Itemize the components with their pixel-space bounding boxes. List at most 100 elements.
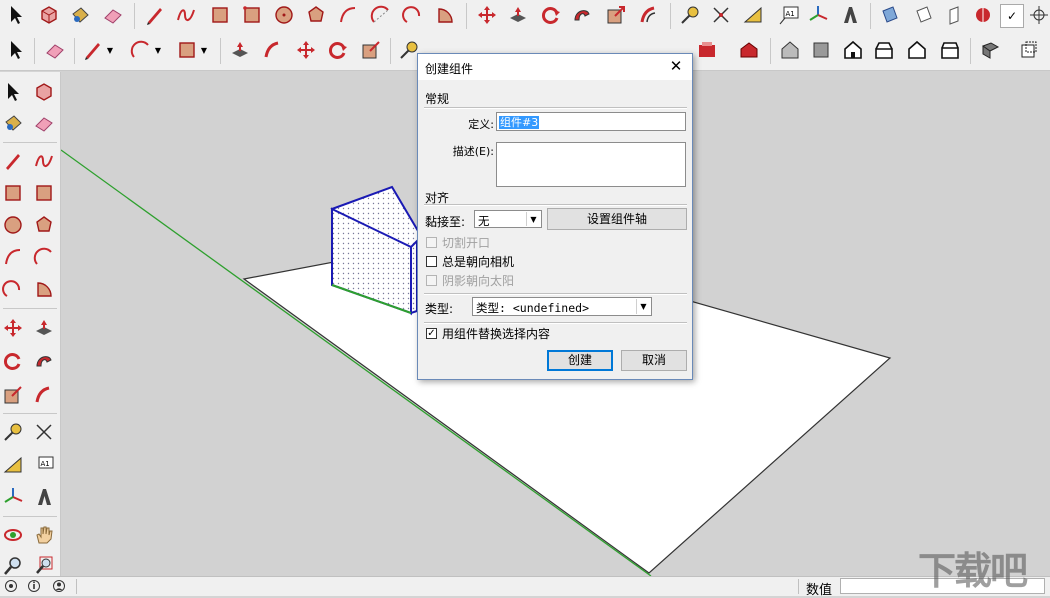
two-point-arc-button[interactable] <box>368 2 394 28</box>
replace-selection-checkbox[interactable]: ✓ <box>426 327 437 339</box>
rotated-rectangle-button[interactable] <box>239 2 265 28</box>
polygon-button[interactable] <box>303 2 329 28</box>
left-axes-button[interactable] <box>0 484 26 510</box>
text-button[interactable]: A1 <box>776 2 802 28</box>
info-icon[interactable] <box>27 579 41 593</box>
scene-button[interactable] <box>694 37 720 63</box>
left-move-button[interactable] <box>0 315 26 341</box>
axes-button[interactable] <box>805 2 831 28</box>
glue-to-dropdown[interactable]: 无 ▼ <box>474 210 542 228</box>
left-tape-measure-button[interactable] <box>0 419 26 445</box>
dimension-button[interactable] <box>708 2 734 28</box>
always-face-camera-option[interactable]: 总是朝向相机 <box>426 253 514 269</box>
left-protractor-button[interactable] <box>0 452 26 478</box>
left-pie-button[interactable] <box>31 276 57 302</box>
rectangle-dropdown[interactable]: ▼ <box>198 37 210 63</box>
select-tool-button-2[interactable] <box>3 37 29 63</box>
left-rotate-button[interactable] <box>0 348 26 374</box>
warehouse-button[interactable] <box>736 37 762 63</box>
section-fill-button[interactable] <box>942 2 968 28</box>
freehand-button[interactable] <box>173 2 199 28</box>
left-text-button[interactable]: A1 <box>31 452 57 478</box>
display-section-button[interactable] <box>911 2 937 28</box>
3d-text-button[interactable] <box>837 2 863 28</box>
tape-measure-button[interactable] <box>677 2 703 28</box>
left-paint-bucket-button[interactable] <box>0 110 26 136</box>
left-dimension-button[interactable] <box>31 419 57 445</box>
definition-field[interactable]: 组件#3 <box>496 112 686 131</box>
arc-button-2[interactable] <box>128 37 154 63</box>
follow-me-button[interactable] <box>569 2 595 28</box>
rotate-button[interactable] <box>538 2 564 28</box>
create-button[interactable]: 创建 <box>547 350 613 371</box>
orbit-button[interactable] <box>1026 2 1050 28</box>
geo-location-icon[interactable] <box>4 579 18 593</box>
scale-button[interactable] <box>603 2 629 28</box>
arc-button[interactable] <box>335 2 361 28</box>
left-pan-button[interactable] <box>31 522 57 548</box>
user-icon[interactable] <box>52 579 66 593</box>
description-field[interactable] <box>496 142 686 187</box>
left-orbit-button[interactable] <box>0 522 26 548</box>
offset-button-2[interactable] <box>260 37 286 63</box>
back-view-button[interactable] <box>904 37 930 63</box>
left-polygon-button[interactable] <box>31 212 57 238</box>
scale-button-2[interactable] <box>358 37 384 63</box>
right-view-button[interactable] <box>871 37 897 63</box>
left-rotated-rectangle-button[interactable] <box>31 180 57 206</box>
left-two-point-arc-button[interactable] <box>31 244 57 270</box>
left-rectangle-button[interactable] <box>0 180 26 206</box>
left-arc-button[interactable] <box>0 244 26 270</box>
type-dropdown[interactable]: 类型: <undefined> ▼ <box>472 297 652 316</box>
set-component-axes-button[interactable]: 设置组件轴 <box>547 208 687 230</box>
section-plane-button[interactable] <box>877 2 903 28</box>
left-circle-button[interactable] <box>0 212 26 238</box>
left-view-button[interactable] <box>937 37 963 63</box>
circle-button[interactable] <box>271 2 297 28</box>
always-face-camera-checkbox[interactable] <box>426 255 437 267</box>
select-tool-button[interactable] <box>3 2 29 28</box>
rotate-button-2[interactable] <box>325 37 351 63</box>
left-push-pull-button[interactable] <box>31 315 57 341</box>
back-edges-button[interactable] <box>1016 37 1042 63</box>
iso-view-button[interactable] <box>777 37 803 63</box>
pencil-button[interactable] <box>142 2 168 28</box>
left-select-button[interactable] <box>0 79 26 105</box>
left-eraser-button[interactable] <box>31 110 57 136</box>
pie-button[interactable] <box>432 2 458 28</box>
paint-bucket-button[interactable] <box>67 2 93 28</box>
front-view-button[interactable] <box>840 37 866 63</box>
cancel-button[interactable]: 取消 <box>621 350 687 371</box>
pencil-dropdown[interactable]: ▼ <box>104 37 116 63</box>
push-pull-button[interactable] <box>505 2 531 28</box>
left-pencil-button[interactable] <box>0 148 26 174</box>
xray-button[interactable] <box>977 37 1003 63</box>
shadows-face-sun-option: 阴影朝向太阳 <box>426 272 514 288</box>
checkbox-toggle[interactable]: ✓ <box>1000 4 1024 28</box>
replace-selection-option[interactable]: ✓ 用组件替换选择内容 <box>426 325 550 341</box>
left-scale-button[interactable] <box>0 382 26 408</box>
left-make-component-button[interactable] <box>31 79 57 105</box>
arc-dropdown[interactable]: ▼ <box>152 37 164 63</box>
top-view-button[interactable] <box>808 37 834 63</box>
left-3d-text-button[interactable] <box>31 484 57 510</box>
left-three-point-arc-button[interactable] <box>0 276 26 302</box>
left-freehand-button[interactable] <box>31 148 57 174</box>
rectangle-button-2[interactable] <box>174 37 200 63</box>
rectangle-button[interactable] <box>207 2 233 28</box>
three-point-arc-button[interactable] <box>400 2 426 28</box>
eraser-button-2[interactable] <box>42 37 68 63</box>
move-button[interactable] <box>474 2 500 28</box>
pencil-button-2[interactable] <box>80 37 106 63</box>
move-button-2[interactable] <box>293 37 319 63</box>
left-follow-me-button[interactable] <box>31 348 57 374</box>
close-icon[interactable]: ✕ <box>666 56 686 76</box>
dialog-titlebar[interactable]: 创建组件 ✕ <box>418 54 692 80</box>
protractor-button[interactable] <box>740 2 766 28</box>
eraser-button[interactable] <box>100 2 126 28</box>
left-offset-button[interactable] <box>31 382 57 408</box>
offset-button[interactable] <box>636 2 662 28</box>
make-component-button[interactable] <box>36 2 62 28</box>
push-pull-button-2[interactable] <box>227 37 253 63</box>
style-button[interactable] <box>970 2 996 28</box>
